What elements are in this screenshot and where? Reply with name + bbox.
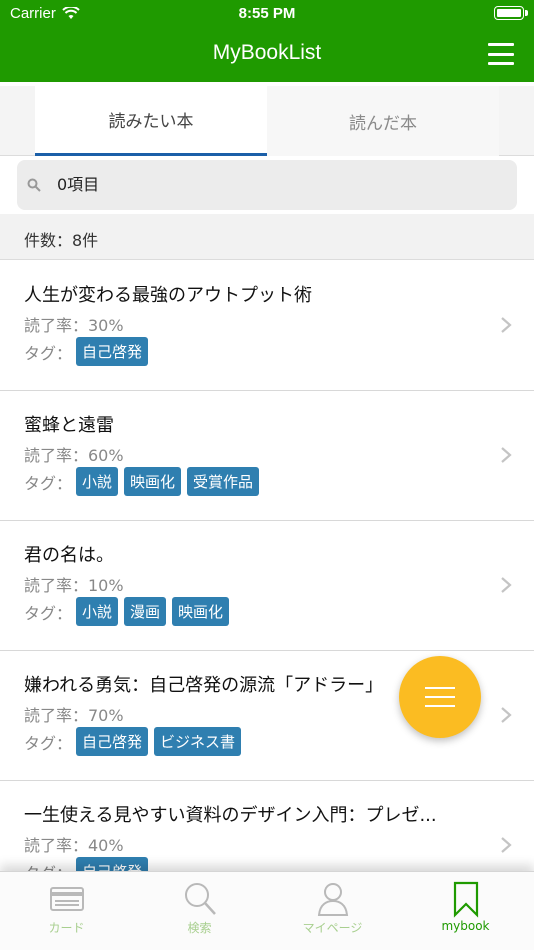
- fab-menu-button[interactable]: [399, 656, 481, 738]
- count-bar: 件数：8件: [0, 214, 534, 260]
- tabbar-item-mybook[interactable]: mybook: [399, 872, 532, 950]
- book-tags: タグ： 自己啓発 ビジネス書: [24, 727, 247, 756]
- tab-want-to-read[interactable]: 読みたい本: [35, 86, 267, 156]
- hamburger-menu-icon[interactable]: [488, 43, 514, 65]
- battery-tip: [525, 10, 528, 16]
- book-row[interactable]: 人生が変わる最強のアウトプット術 読了率：30% タグ： 自己啓発: [0, 261, 534, 391]
- tag-label: タグ：: [24, 473, 73, 493]
- tabbar-item-search[interactable]: 検索: [133, 872, 266, 950]
- book-rate: 読了率：70%: [24, 706, 124, 725]
- tag-badge: 受賞作品: [187, 467, 260, 496]
- book-rate: 読了率：40%: [24, 836, 124, 855]
- app-title: MyBookList: [212, 41, 322, 64]
- tag-badge: 自己啓発: [76, 337, 149, 366]
- chevron-right-icon: [501, 317, 512, 333]
- search-icon: [185, 883, 216, 915]
- tag-badge: 漫画: [124, 597, 167, 626]
- tag-label: タグ：: [24, 343, 73, 363]
- book-list: 人生が変わる最強のアウトプット術 読了率：30% タグ： 自己啓発 蜜蜂と遠雷 …: [0, 261, 534, 871]
- count-text: 件数：8件: [24, 231, 99, 250]
- battery-icon: [494, 6, 524, 20]
- book-row[interactable]: 一生使える見やすい資料のデザイン入門：プレゼ... 読了率：40% タグ： 自己…: [0, 781, 534, 871]
- chevron-right-icon: [501, 707, 512, 723]
- tag-badge: 自己啓発: [76, 857, 149, 871]
- tag-badge: ビジネス書: [154, 727, 242, 756]
- search-area: 0項目: [0, 156, 534, 214]
- book-title: 一生使える見やすい資料のデザイン入門：プレゼ...: [24, 805, 437, 826]
- tabbar-label: mybook: [441, 919, 490, 933]
- tabbar-label: カード: [48, 921, 85, 935]
- tag-label: タグ：: [24, 860, 72, 872]
- chevron-right-icon: [501, 837, 512, 853]
- tag-label: タグ：: [24, 733, 73, 753]
- book-tags: タグ： 自己啓発: [24, 857, 154, 871]
- bottom-tab-bar: カード 検索 マイページ mybook: [0, 871, 534, 950]
- clock: 8:55 PM: [238, 5, 296, 22]
- search-value: 0項目: [57, 175, 100, 194]
- bookmark-icon: [453, 881, 479, 918]
- status-bar: Carrier 8:55 PM: [0, 0, 534, 26]
- tabbar-label: マイページ: [302, 921, 363, 935]
- tag-badge: 自己啓発: [76, 727, 149, 756]
- book-rate: 読了率：60%: [24, 446, 124, 465]
- book-title: 嫌われる勇気：自己啓発の源流「アドラー」: [24, 675, 384, 696]
- book-row[interactable]: 君の名は。 読了率：10% タグ： 小説 漫画 映画化: [0, 521, 534, 651]
- nav-bar: MyBookList: [0, 26, 534, 82]
- tabbar-label: 検索: [187, 921, 212, 935]
- book-title: 人生が変わる最強のアウトプット術: [24, 285, 312, 306]
- book-tags: タグ： 小説 映画化 受賞作品: [24, 467, 265, 496]
- tag-label: タグ：: [24, 603, 73, 623]
- tag-badge: 小説: [76, 597, 119, 626]
- person-icon: [317, 883, 349, 916]
- search-icon: [27, 178, 41, 192]
- book-title: 蜜蜂と遠雷: [24, 415, 114, 436]
- tabbar-item-card[interactable]: カード: [0, 872, 133, 950]
- segment-tabs: 読みたい本 読んだ本: [0, 86, 534, 156]
- book-row[interactable]: 蜜蜂と遠雷 読了率：60% タグ： 小説 映画化 受賞作品: [0, 391, 534, 521]
- book-rate: 読了率：30%: [24, 316, 124, 335]
- tabbar-item-mypage[interactable]: マイページ: [266, 872, 399, 950]
- chevron-right-icon: [501, 447, 512, 463]
- tab-read[interactable]: 読んだ本: [267, 86, 499, 156]
- search-input[interactable]: 0項目: [17, 160, 517, 210]
- tag-badge: 映画化: [124, 467, 182, 496]
- book-tags: タグ： 自己啓発: [24, 337, 154, 366]
- tag-badge: 映画化: [172, 597, 230, 626]
- chevron-right-icon: [501, 577, 512, 593]
- card-icon: [50, 887, 84, 911]
- book-rate: 読了率：10%: [24, 576, 124, 595]
- book-title: 君の名は。: [24, 545, 114, 566]
- book-tags: タグ： 小説 漫画 映画化: [24, 597, 235, 626]
- tag-badge: 小説: [76, 467, 119, 496]
